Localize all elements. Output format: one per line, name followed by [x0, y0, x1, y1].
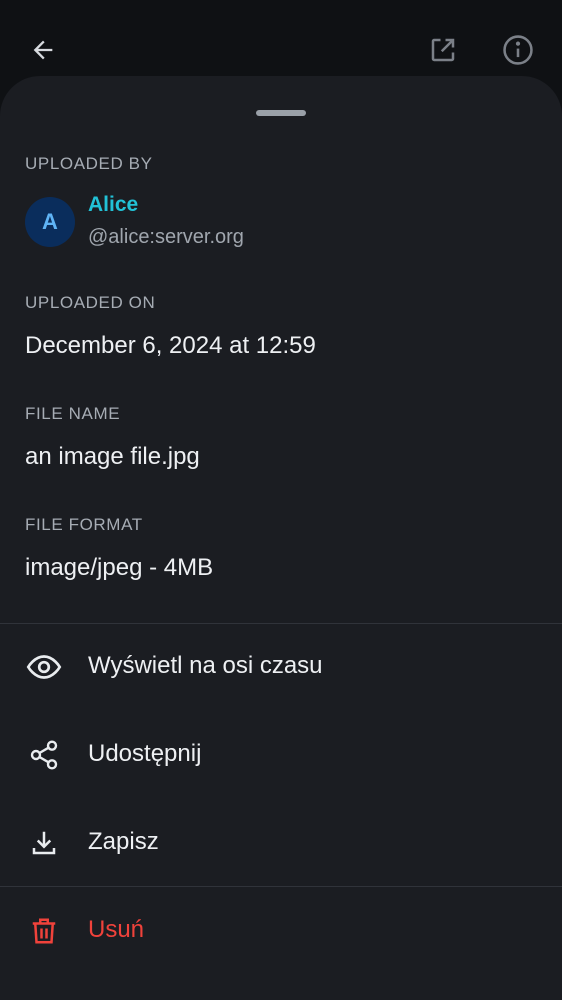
uploaded-on-value: December 6, 2024 at 12:59: [25, 332, 316, 359]
open-external-icon[interactable]: [423, 30, 463, 70]
download-icon: [24, 823, 64, 863]
drag-handle[interactable]: [256, 110, 306, 116]
delete-button[interactable]: Usuń: [0, 891, 562, 971]
media-details-bottom-sheet: UPLOADED BY A Alice @alice:server.org UP…: [0, 76, 562, 1000]
divider: [0, 886, 562, 887]
save-label: Zapisz: [88, 828, 159, 855]
arrow-back-icon[interactable]: [23, 30, 63, 70]
delete-label: Usuń: [88, 916, 145, 943]
file-format-label: FILE FORMAT: [25, 515, 143, 534]
save-button[interactable]: Zapisz: [0, 803, 562, 883]
eye-icon: [24, 647, 64, 687]
avatar-initial: A: [42, 209, 58, 234]
divider: [0, 623, 562, 624]
share-button[interactable]: Udostępnij: [0, 715, 562, 795]
avatar: A: [25, 197, 75, 247]
uploader-name: Alice: [88, 193, 139, 216]
view-in-timeline-button[interactable]: Wyświetl na osi czasu: [0, 627, 562, 707]
file-name-label: FILE NAME: [25, 404, 121, 423]
uploader-user-id: @alice:server.org: [88, 226, 244, 248]
share-icon: [24, 735, 64, 775]
info-icon[interactable]: [498, 30, 538, 70]
uploaded-on-label: UPLOADED ON: [25, 293, 156, 312]
trash-icon: [24, 911, 64, 951]
view-in-timeline-label: Wyświetl na osi czasu: [88, 652, 323, 679]
share-label: Udostępnij: [88, 740, 202, 767]
file-name-value: an image file.jpg: [25, 443, 200, 470]
file-format-value: image/jpeg - 4MB: [25, 554, 214, 581]
uploaded-by-label: UPLOADED BY: [25, 154, 153, 173]
